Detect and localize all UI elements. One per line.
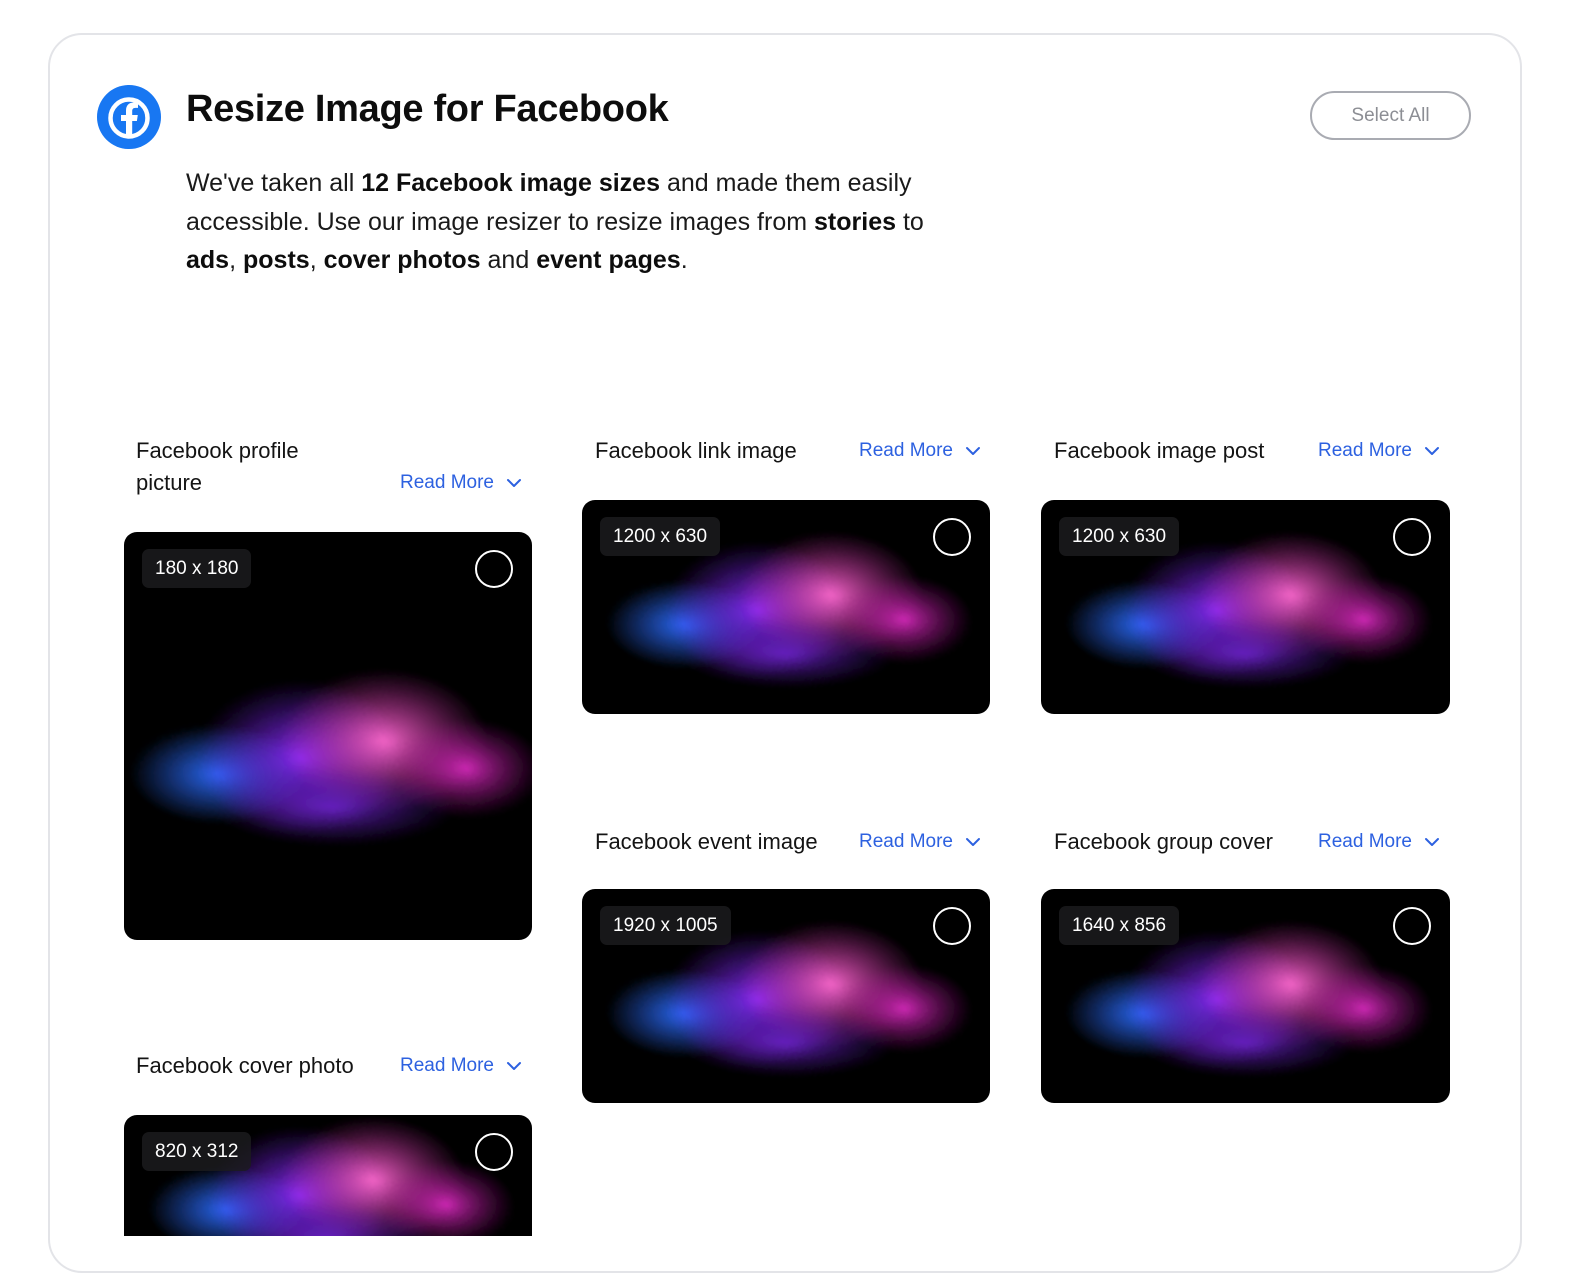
card-header-link-image: Facebook link image Read More <box>595 435 981 467</box>
chevron-down-icon <box>1425 838 1439 846</box>
card-header-event-image: Facebook event image Read More <box>595 826 981 858</box>
chevron-down-icon <box>966 447 980 455</box>
size-thumbnail-link-image[interactable]: 1200 x 630 <box>582 500 990 714</box>
read-more-label: Read More <box>859 440 953 461</box>
card-title: Facebook image post <box>1054 438 1265 463</box>
select-checkbox[interactable] <box>475 1133 513 1171</box>
size-thumbnail-profile-picture[interactable]: 180 x 180 <box>124 532 532 940</box>
color-smoke-image <box>124 532 532 940</box>
read-more-label: Read More <box>1318 831 1412 852</box>
select-checkbox[interactable] <box>1393 907 1431 945</box>
page-title: Resize Image for Facebook <box>186 88 669 130</box>
read-more-label: Read More <box>1318 440 1412 461</box>
chevron-down-icon <box>966 838 980 846</box>
chevron-down-icon <box>507 479 521 487</box>
read-more-link[interactable]: Read More <box>400 467 522 499</box>
card-header-group-cover: Facebook group cover Read More <box>1054 826 1440 858</box>
facebook-logo-icon <box>97 85 161 149</box>
select-checkbox[interactable] <box>933 518 971 556</box>
size-thumbnail-cover-photo[interactable]: 820 x 312 <box>124 1115 532 1236</box>
read-more-label: Read More <box>400 1055 494 1076</box>
chevron-down-icon <box>1425 447 1439 455</box>
select-checkbox[interactable] <box>1393 518 1431 556</box>
read-more-label: Read More <box>859 831 953 852</box>
size-badge: 180 x 180 <box>142 549 252 588</box>
read-more-link[interactable]: Read More <box>859 435 981 467</box>
card-title: Facebook link image <box>595 438 797 463</box>
card-title: Facebook cover photo <box>136 1053 354 1078</box>
size-badge: 1200 x 630 <box>600 517 721 556</box>
select-checkbox[interactable] <box>933 907 971 945</box>
select-all-button[interactable]: Select All <box>1310 91 1471 140</box>
size-badge: 1920 x 1005 <box>600 906 731 945</box>
size-thumbnail-image-post[interactable]: 1200 x 630 <box>1041 500 1450 714</box>
card-title: Facebook group cover <box>1054 829 1273 854</box>
card-title: Facebook event image <box>595 829 818 854</box>
size-badge: 1640 x 856 <box>1059 906 1180 945</box>
read-more-link[interactable]: Read More <box>1318 826 1440 858</box>
size-thumbnail-event-image[interactable]: 1920 x 1005 <box>582 889 990 1103</box>
page-description: We've taken all 12 Facebook image sizes … <box>186 169 924 274</box>
select-checkbox[interactable] <box>475 550 513 588</box>
size-badge: 1200 x 630 <box>1059 517 1180 556</box>
read-more-link[interactable]: Read More <box>400 1050 522 1082</box>
read-more-link[interactable]: Read More <box>859 826 981 858</box>
read-more-label: Read More <box>400 472 494 493</box>
card-header-image-post: Facebook image post Read More <box>1054 435 1440 467</box>
size-thumbnail-group-cover[interactable]: 1640 x 856 <box>1041 889 1450 1103</box>
card-header-profile-picture: Facebook profile picture Read More <box>136 435 522 499</box>
card-header-cover-photo: Facebook cover photo Read More <box>136 1050 522 1082</box>
card-title: Facebook profile picture <box>136 438 299 495</box>
size-badge: 820 x 312 <box>142 1132 252 1171</box>
read-more-link[interactable]: Read More <box>1318 435 1440 467</box>
chevron-down-icon <box>507 1062 521 1070</box>
